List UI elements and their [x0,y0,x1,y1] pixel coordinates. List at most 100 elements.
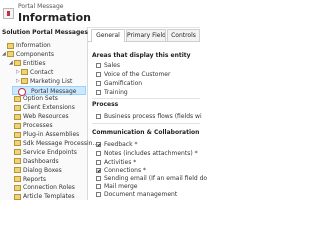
checkbox[interactable] [96,63,101,68]
tree-item[interactable]: Connection Roles [0,183,87,192]
breadcrumb: Portal Message [18,3,64,10]
tree-item[interactable]: Dashboards [0,157,87,166]
component-icon [14,149,21,156]
tree-item[interactable]: Reports [0,175,87,184]
section-title-communication: Communication & Collaboration [92,129,200,136]
component-icon [14,95,21,102]
tree-item[interactable]: ▷ Contact [0,68,87,77]
tree-item[interactable]: Processes [0,121,87,130]
checkbox-label: Business process flows (fields wi [104,113,202,120]
checkbox-row[interactable]: Training [96,89,128,97]
tree-item-label: Contact [30,68,54,76]
tree-item[interactable]: Dialog Boxes [0,166,87,175]
tree-item-label: Dialog Boxes [23,166,62,174]
component-icon [14,113,21,120]
component-icon [7,42,14,49]
divider [92,98,200,99]
tree-item-label: Information [16,42,51,49]
page-title: Information [18,11,91,24]
section-title-areas: Areas that display this entity [92,52,191,59]
tree-item-label: Marketing List [30,77,73,85]
checkbox-label: Voice of the Customer [104,71,171,78]
checkbox-label: Feedback * [104,141,138,148]
component-icon [14,184,21,191]
checkbox-label: Sending email (If an email field do [104,175,208,182]
component-icon [14,193,21,200]
component-icon [14,158,21,165]
checkbox-row[interactable]: Mail merge [96,183,138,191]
tree-item-label: Processes [23,122,53,130]
tab-primary-field[interactable]: Primary Field [126,29,166,41]
checkbox-row[interactable]: Business process flows (fields wi [96,113,202,121]
tree-item[interactable]: Web Resources [0,112,87,121]
checkbox-row[interactable]: Voice of the Customer [96,71,170,79]
component-icon [14,167,21,174]
checkbox-row[interactable]: Gamification [96,80,142,88]
checkbox-label: Training [104,89,128,96]
checkbox-row[interactable]: Sending email (If an email field do [96,175,207,183]
tree-item[interactable]: ▷ Marketing List [0,77,87,86]
checkbox[interactable] [96,184,101,189]
checkbox-label: Mail merge [104,183,138,190]
tree-item-label: Connection Roles [23,184,75,192]
checkbox-label: Gamification [104,80,143,87]
tree-item[interactable]: Article Templates [0,192,87,201]
tree-item-label: Reports [23,175,47,183]
tree-item-label: Client Extensions [23,104,75,112]
component-icon [14,122,21,129]
tree-item[interactable]: ◢ Components [0,50,87,59]
checkbox[interactable] [96,176,101,181]
divider [92,123,200,124]
component-icon [21,69,28,76]
tree-item-label: Option Sets [23,95,58,103]
tab-general[interactable]: General [91,29,125,42]
component-icon [7,51,14,58]
tree-item-label: Sdk Message Processin... [23,139,99,147]
component-icon [14,140,21,147]
tree-item[interactable]: ◢ Entities [0,59,87,68]
checkbox-row[interactable]: Feedback * [96,141,137,149]
component-icon [14,60,21,67]
tree-item-label: Article Templates [23,193,75,201]
tree-item-label: Service Endpoints [23,148,77,156]
checkbox-row[interactable]: Activities * [96,159,136,167]
solution-title: Solution Portal Messages [2,29,88,36]
checkbox[interactable] [96,160,101,165]
checkbox[interactable] [96,151,101,156]
component-icon [14,176,21,182]
tree-item[interactable]: Option Sets [0,94,87,103]
checkbox[interactable] [96,90,101,95]
checkbox-row[interactable]: Sales [96,62,120,70]
tree-item[interactable]: Sdk Message Processin... [0,139,98,148]
tree-item[interactable]: Information [0,41,87,50]
tree-item[interactable]: Plug-in Assemblies [0,130,87,139]
portal-message-icon [18,88,26,96]
tree-item-label: Components [16,50,54,58]
component-icon [21,78,28,85]
tree-item-label: Plug-in Assemblies [23,131,80,138]
tree-item[interactable]: Service Endpoints [0,148,87,157]
checkbox-row[interactable]: Notes (includes attachments) * [96,150,198,158]
checkbox[interactable] [96,192,101,197]
checkbox-checked[interactable] [96,142,101,147]
tree-item[interactable]: Client Extensions [0,103,87,112]
checkbox[interactable] [96,72,101,77]
checkbox-row[interactable]: Document management [96,191,177,199]
tree-item-label: Dashboards [23,157,59,165]
checkbox[interactable] [96,114,101,119]
component-icon [14,131,21,138]
checkbox-label: Connections * [104,167,146,174]
entity-icon [3,8,14,19]
checkbox-row[interactable]: Connections * [96,167,146,175]
component-icon [14,104,21,111]
tree-item-label: Web Resources [23,113,69,121]
tab-controls[interactable]: Controls [167,29,200,41]
checkbox-label: Notes (includes attachments) * [104,150,198,157]
tree-item-label: Entities [23,59,46,67]
checkbox-label: Activities * [104,159,137,166]
checkbox[interactable] [96,81,101,86]
checkbox-checked[interactable] [96,168,101,173]
section-title-process: Process [92,101,119,108]
checkbox-label: Sales [104,62,120,69]
checkbox-label: Document management [104,191,178,198]
